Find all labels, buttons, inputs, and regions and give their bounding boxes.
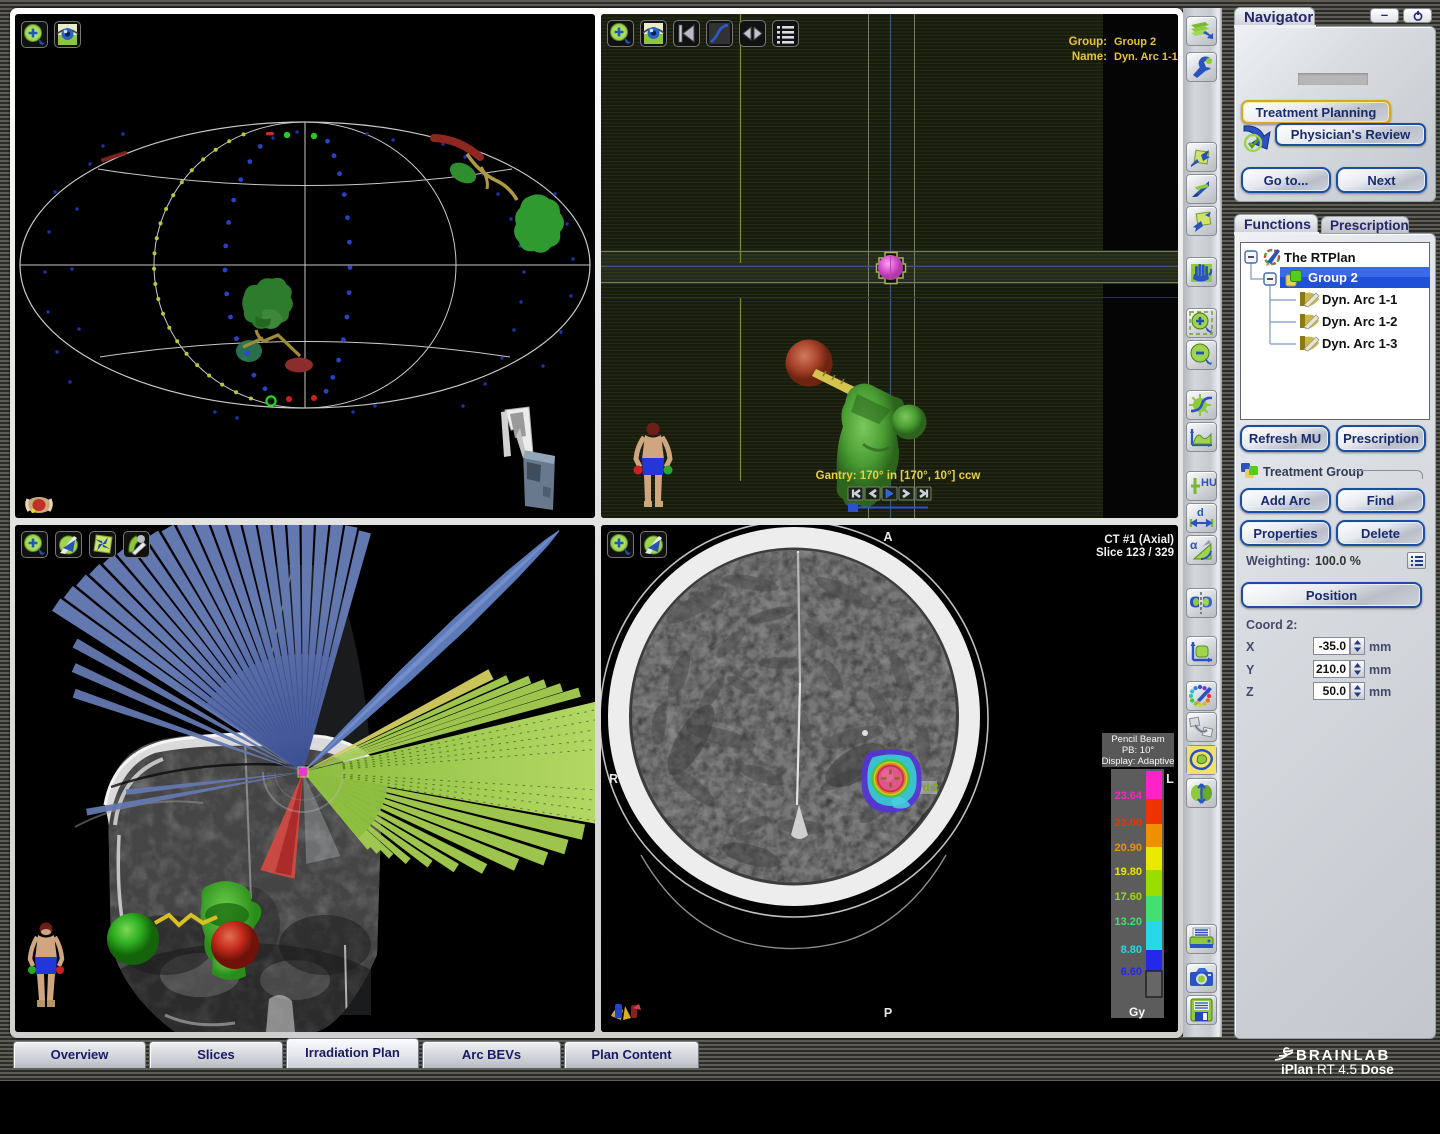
svg-text:13.20: 13.20 [1114,916,1142,928]
svg-text:17.60: 17.60 [1114,891,1142,903]
svg-text:PB: 10°: PB: 10° [1122,745,1155,756]
svg-text:A: A [883,530,892,544]
svg-text:Dyn. Arc 1-1: Dyn. Arc 1-1 [1114,51,1178,63]
svg-text:6.60: 6.60 [1121,966,1142,978]
svg-text:P: P [884,1006,892,1020]
svg-text:R: R [609,772,618,786]
svg-text:Group 2: Group 2 [1308,270,1358,285]
svg-text:Dyn. Arc 1-1: Dyn. Arc 1-1 [1322,292,1397,307]
svg-text:Name:: Name: [1072,51,1107,63]
svg-text:HU: HU [1201,477,1216,489]
svg-text:Display: Adaptive: Display: Adaptive [1102,756,1175,767]
svg-text:Dyn. Arc 1-2: Dyn. Arc 1-2 [1322,314,1397,329]
svg-text:The RTPlan: The RTPlan [1284,250,1356,265]
svg-text:19.80: 19.80 [1114,866,1142,878]
svg-text:Gantry: 170° in [170°, 10°] cc: Gantry: 170° in [170°, 10°] ccw [816,470,981,482]
svg-text:Dyn. Arc 1-3: Dyn. Arc 1-3 [1322,336,1397,351]
svg-text:8.80: 8.80 [1121,944,1142,956]
svg-text:Gy: Gy [1129,1005,1145,1019]
svg-text:d: d [1197,507,1204,519]
svg-text:Slice 123 / 329: Slice 123 / 329 [1096,547,1174,559]
svg-text:22.00: 22.00 [1114,817,1142,829]
svg-text:α: α [1190,538,1198,552]
svg-text:23.64: 23.64 [1114,790,1142,802]
svg-text:Pencil Beam: Pencil Beam [1111,734,1164,745]
svg-text:L: L [1166,772,1174,786]
svg-text:CT #1 (Axial): CT #1 (Axial) [1104,534,1174,546]
svg-text:20.90: 20.90 [1114,842,1142,854]
svg-text:Group:: Group: [1069,36,1107,48]
svg-text:Group 2: Group 2 [1114,36,1156,48]
